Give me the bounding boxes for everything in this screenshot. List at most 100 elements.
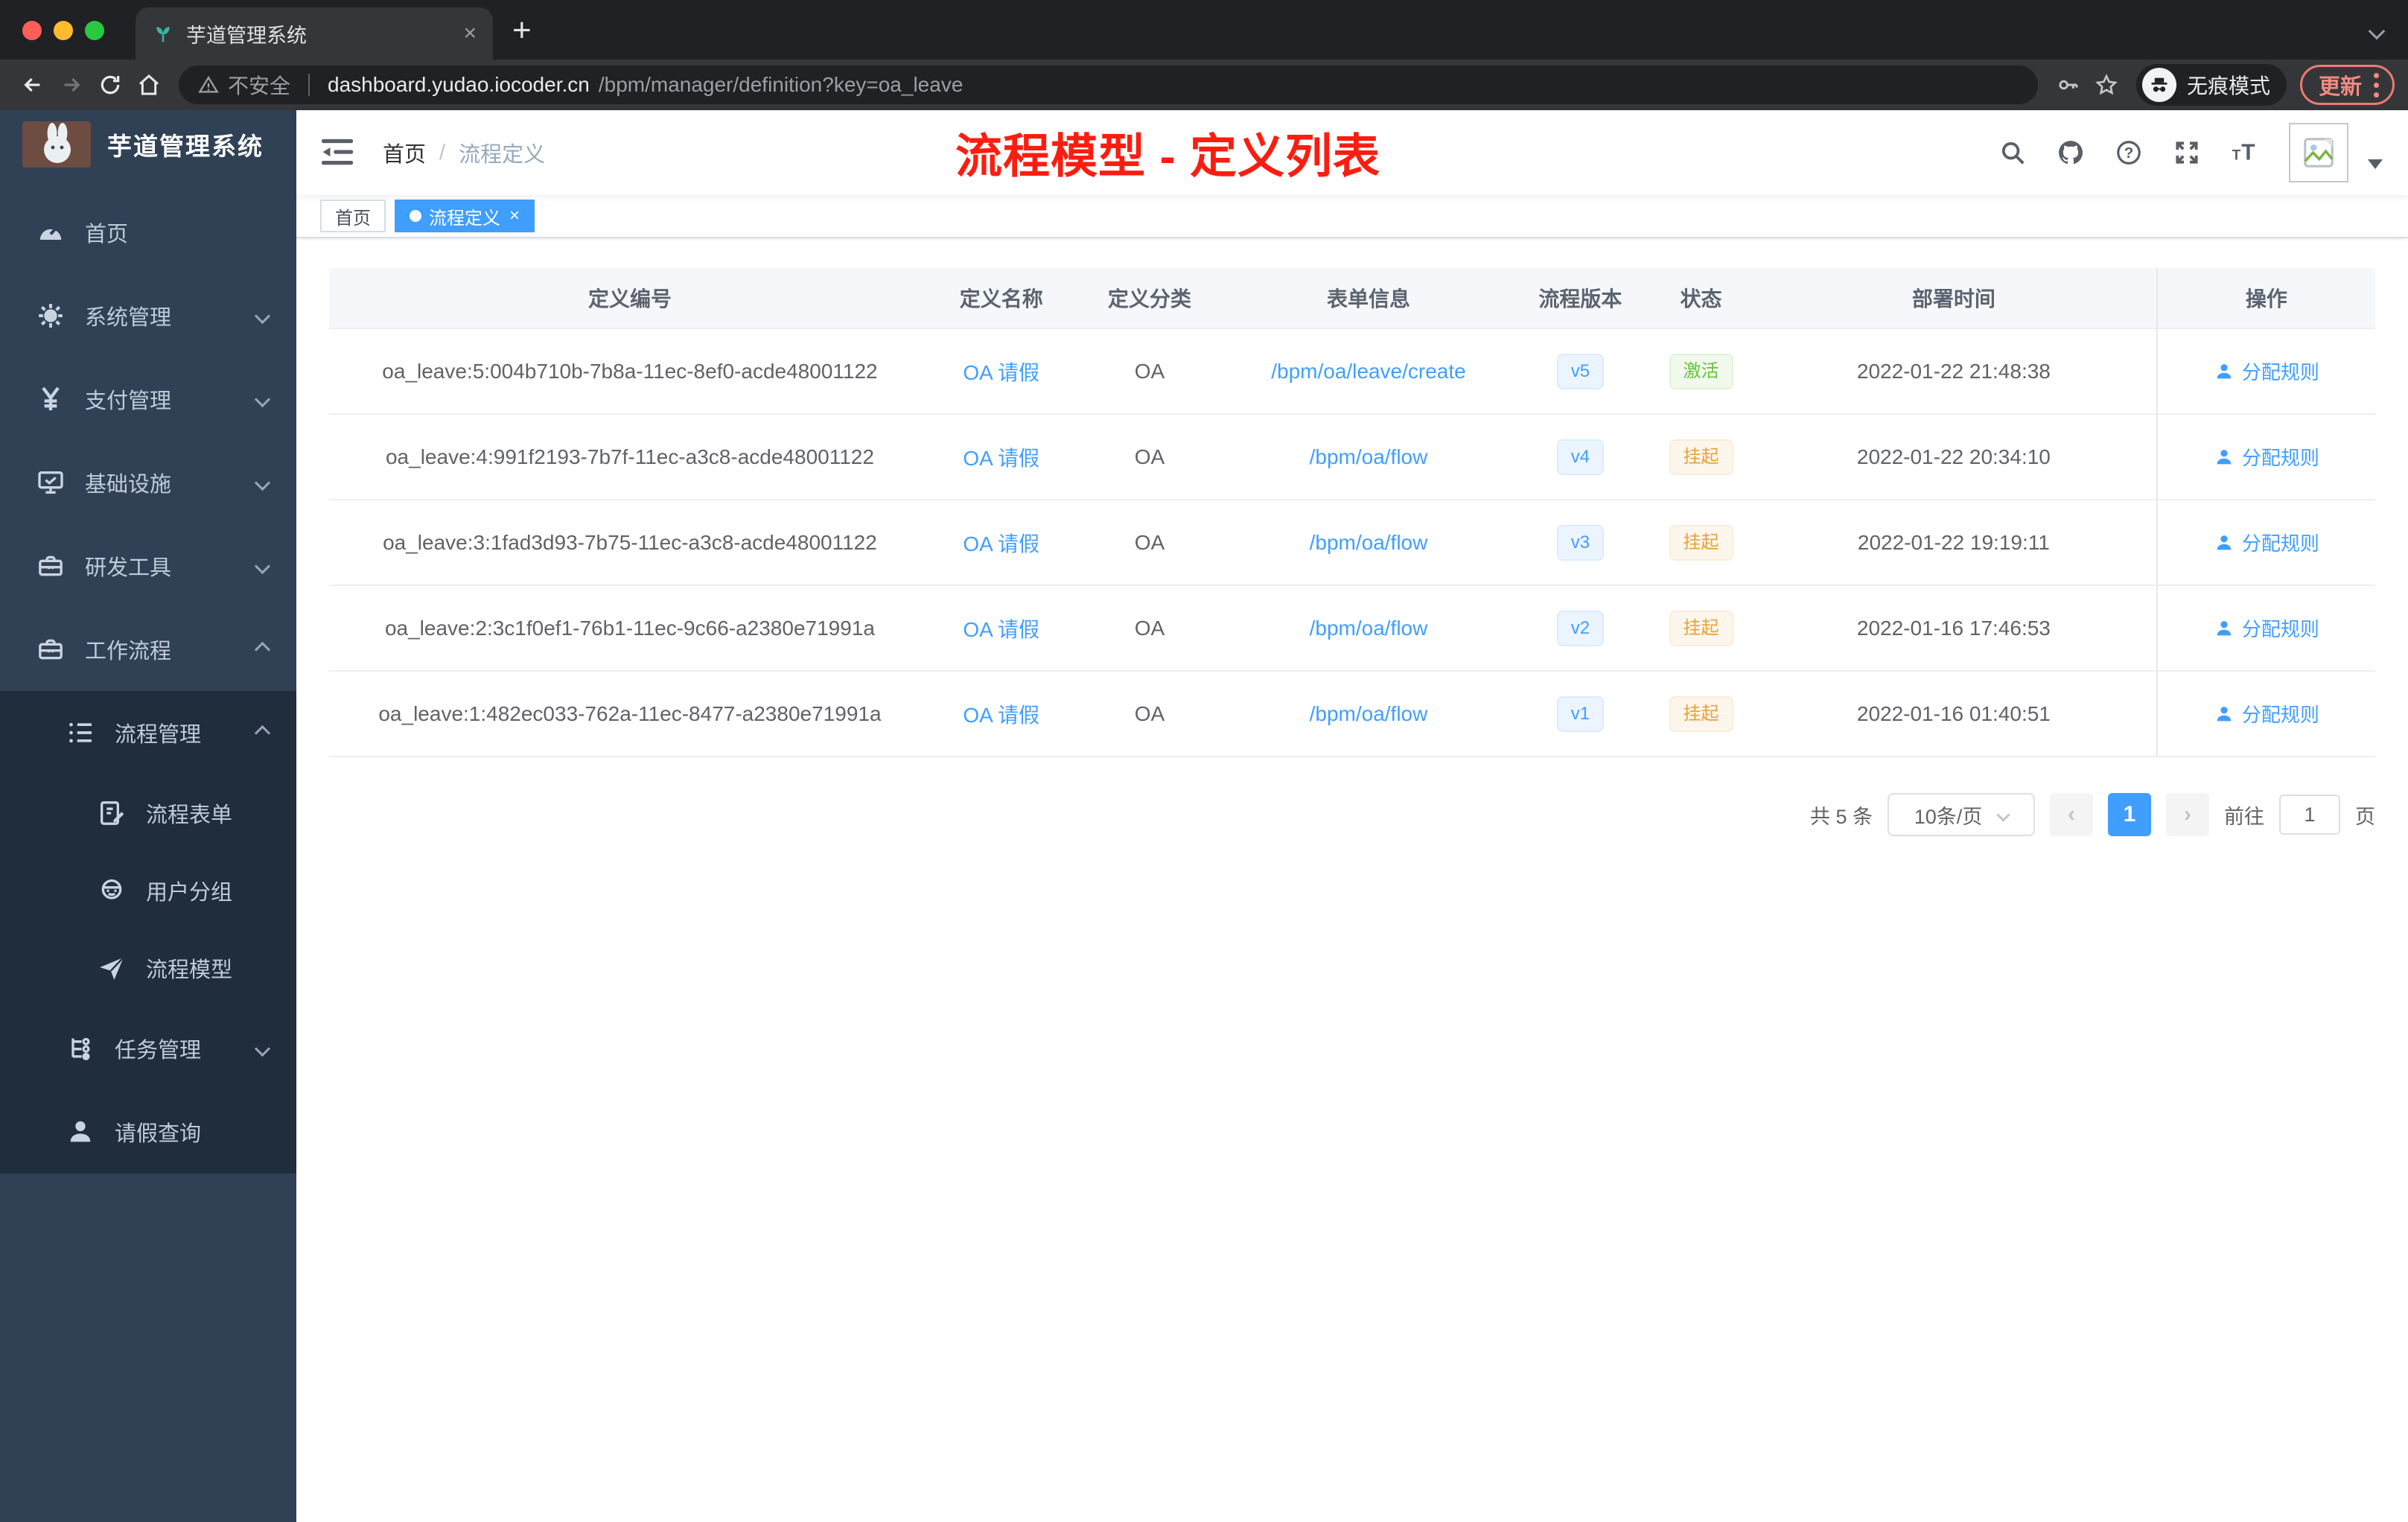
tag-home[interactable]: 首页 (320, 200, 386, 232)
form-link[interactable]: /bpm/oa/flow (1310, 531, 1428, 555)
table-row: oa_leave:1:482ec033-762a-11ec-8477-a2380… (329, 672, 2375, 757)
definition-table: 定义编号 定义名称 定义分类 表单信息 流程版本 状态 部署时间 操作 oa_l… (329, 268, 2375, 757)
font-size-icon[interactable]: TT (2231, 138, 2259, 167)
tab-close-icon[interactable]: × (463, 21, 477, 46)
app-window: 芋道管理系统 首页 系统管理 支付管理 基础设施 研发工具 工作流程 流程管理 … (0, 110, 2408, 1522)
avatar[interactable] (2289, 123, 2348, 182)
sidebar-toggle-icon[interactable] (322, 138, 356, 168)
assign-rule-button[interactable]: 分配规则 (2214, 529, 2319, 556)
tags-view: 首页 流程定义 × (296, 195, 2408, 238)
svg-text:?: ? (2124, 144, 2134, 162)
prev-page-button[interactable]: ‹ (2050, 793, 2093, 836)
tag-process-definition[interactable]: 流程定义 × (395, 200, 535, 232)
security-warning-label: 不安全 (228, 74, 291, 98)
breadcrumb-home[interactable]: 首页 (383, 137, 426, 168)
assign-rule-button[interactable]: 分配规则 (2214, 700, 2319, 727)
goto-label: 前往 (2224, 805, 2264, 828)
definition-category: OA (1134, 701, 1165, 725)
url-path: /bpm/manager/definition?key=oa_leave (598, 73, 963, 96)
assign-rule-label: 分配规则 (2241, 618, 2319, 640)
window-close-button[interactable] (22, 21, 42, 40)
form-icon (97, 798, 127, 828)
chrome-menu-icon[interactable] (2374, 72, 2379, 98)
next-page-button[interactable]: › (2166, 793, 2209, 836)
workflow-submenu: 流程管理 流程表单 用户分组 流程模型 任务管理 请假查询 (0, 691, 296, 1174)
sidebar-item-process-mgmt[interactable]: 流程管理 (0, 691, 296, 774)
chevron-down-icon (254, 474, 271, 491)
forward-button[interactable] (52, 66, 91, 104)
screen: 芋道管理系统 × + 不安全 dashboard.yudao.iocoder.c… (0, 0, 2408, 1522)
sidebar-item-process-form[interactable]: 流程表单 (0, 774, 296, 852)
form-link[interactable]: /bpm/oa/flow (1310, 445, 1428, 469)
page-size-value: 10条/页 (1914, 805, 1983, 828)
window-minimize-button[interactable] (54, 21, 73, 40)
tab-search-chevron-icon[interactable] (2368, 22, 2386, 40)
sidebar-logo[interactable]: 芋道管理系统 (0, 110, 296, 179)
window-zoom-button[interactable] (85, 21, 104, 40)
assign-rule-label: 分配规则 (2241, 361, 2319, 383)
gear-icon (36, 301, 66, 331)
assign-rule-button[interactable]: 分配规则 (2214, 443, 2319, 471)
logo-rabbit-image (22, 121, 91, 168)
reload-button[interactable] (91, 66, 130, 104)
sidebar-item-task-mgmt[interactable]: 任务管理 (0, 1007, 296, 1090)
sidebar-item-label: 工作流程 (85, 640, 172, 663)
page-size-select[interactable]: 10条/页 (1888, 793, 2035, 836)
goto-page-input[interactable] (2279, 795, 2340, 835)
definition-name-link[interactable]: OA 请假 (963, 442, 1039, 472)
form-link[interactable]: /bpm/oa/leave/create (1271, 360, 1466, 383)
form-link[interactable]: /bpm/oa/flow (1310, 702, 1428, 726)
new-tab-button[interactable]: + (493, 12, 551, 60)
bookmark-star-icon[interactable] (2087, 66, 2126, 104)
sidebar-item-leave-query[interactable]: 请假查询 (0, 1090, 296, 1174)
assign-rule-button[interactable]: 分配规则 (2214, 614, 2319, 642)
breadcrumb: 首页 / 流程定义 (383, 137, 545, 168)
definition-name-link[interactable]: OA 请假 (963, 528, 1039, 558)
chevron-up-icon (254, 641, 271, 657)
tab-title: 芋道管理系统 (186, 24, 307, 47)
app-title: 芋道管理系统 (107, 133, 264, 160)
security-warning-icon[interactable] (198, 74, 219, 95)
definition-name-link[interactable]: OA 请假 (963, 357, 1039, 386)
column-header: 部署时间 (1911, 287, 1995, 311)
sidebar-item-home[interactable]: 首页 (0, 191, 296, 274)
sidebar-item-label: 任务管理 (115, 1039, 202, 1063)
chrome-update-button[interactable]: 更新 (2299, 65, 2395, 105)
sidebar-item-label: 支付管理 (85, 389, 172, 413)
password-key-icon[interactable] (2048, 66, 2087, 104)
sidebar-item-payment[interactable]: 支付管理 (0, 357, 296, 441)
back-button[interactable] (13, 66, 52, 104)
active-dot-icon (410, 210, 421, 222)
definition-name-link[interactable]: OA 请假 (963, 699, 1039, 729)
page-number-button[interactable]: 1 (2108, 793, 2151, 836)
sidebar-item-infra[interactable]: 基础设施 (0, 441, 296, 524)
deploy-time: 2022-01-22 21:48:38 (1856, 359, 2051, 383)
tag-close-icon[interactable]: × (509, 206, 520, 226)
column-header: 操作 (2156, 268, 2375, 328)
sidebar-item-process-model[interactable]: 流程模型 (0, 929, 296, 1007)
definition-category: OA (1134, 530, 1165, 554)
github-icon[interactable] (2057, 138, 2085, 167)
form-link[interactable]: /bpm/oa/flow (1310, 617, 1428, 640)
assign-rule-button[interactable]: 分配规则 (2214, 357, 2319, 385)
definition-name-link[interactable]: OA 请假 (963, 614, 1039, 643)
fullscreen-icon[interactable] (2173, 138, 2201, 167)
sidebar-item-devtools[interactable]: 研发工具 (0, 524, 296, 608)
address-bar[interactable]: 不安全 dashboard.yudao.iocoder.cn/bpm/manag… (179, 66, 2038, 104)
sidebar-item-workflow[interactable]: 工作流程 (0, 608, 296, 691)
page-unit-label: 页 (2355, 805, 2375, 828)
help-icon[interactable]: ? (2115, 138, 2143, 167)
version-badge: v5 (1556, 353, 1605, 389)
chevron-up-icon (254, 725, 271, 741)
home-button[interactable] (130, 66, 168, 104)
sidebar-item-system[interactable]: 系统管理 (0, 274, 296, 357)
monitor-icon (36, 468, 66, 497)
avatar-caret-icon[interactable] (2368, 159, 2383, 169)
macos-traffic-lights (0, 21, 104, 60)
status-badge: 挂起 (1669, 695, 1733, 732)
table-row: oa_leave:5:004b710b-7b8a-11ec-8ef0-acde4… (329, 329, 2375, 415)
sidebar-item-label: 用户分组 (146, 881, 233, 905)
search-icon[interactable] (1998, 138, 2027, 167)
browser-tab[interactable]: 芋道管理系统 × (136, 7, 493, 60)
sidebar-item-user-group[interactable]: 用户分组 (0, 852, 296, 929)
